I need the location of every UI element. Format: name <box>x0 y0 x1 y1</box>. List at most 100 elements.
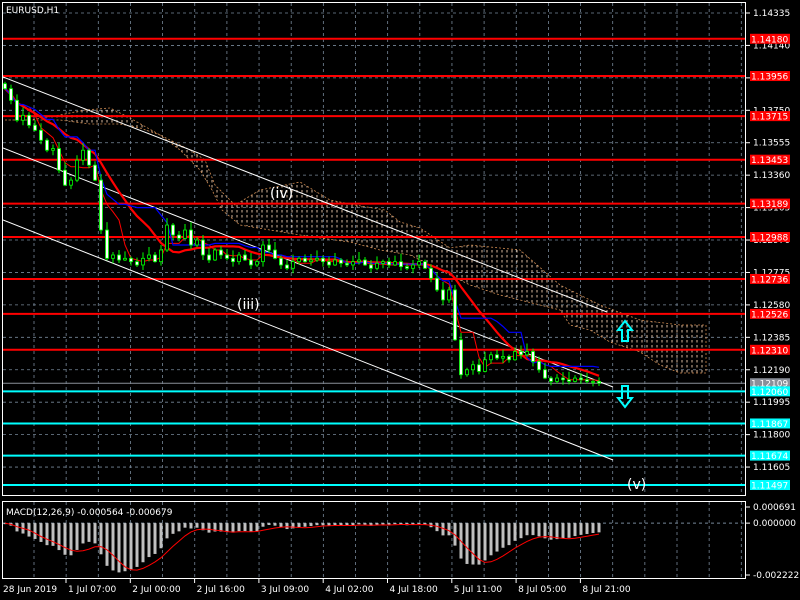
price-tick-label: 1.14335 <box>753 9 790 19</box>
candle-bear <box>231 257 235 263</box>
candle-bear <box>99 179 103 231</box>
macd-bar <box>249 523 253 532</box>
macd-bar <box>387 523 391 525</box>
candle-bear <box>303 257 307 263</box>
macd-bar <box>93 523 97 544</box>
time-label: 5 Jul 11:00 <box>454 585 503 595</box>
candle-bear <box>129 257 133 263</box>
candle-bear <box>105 229 109 259</box>
macd-bar <box>33 523 37 539</box>
candle-bull <box>261 244 265 263</box>
macd-bar <box>255 523 259 532</box>
candle-bear <box>579 377 583 381</box>
macd-bar <box>153 523 157 554</box>
macd-bar <box>519 523 523 539</box>
candle-bear <box>45 139 49 151</box>
candle-bull <box>555 377 559 382</box>
macd-bar <box>267 523 271 525</box>
macd-bar <box>321 523 325 526</box>
resistance-level-label: 1.12310 <box>751 346 788 356</box>
macd-bar <box>483 523 487 561</box>
candle-bull <box>315 257 319 261</box>
macd-bar <box>447 523 451 536</box>
candle-bear <box>285 264 289 269</box>
chart-title: EURUSD,H1 <box>6 6 59 16</box>
candle-bull <box>393 261 397 266</box>
candle-bear <box>495 354 499 359</box>
candle-bear <box>27 114 31 126</box>
macd-bar <box>315 523 319 526</box>
candle-bull <box>141 257 145 266</box>
candle-bull <box>411 264 415 269</box>
candle-bear <box>459 339 463 376</box>
candle-bear <box>153 254 157 263</box>
macd-bar <box>579 523 583 535</box>
macd-indicator <box>3 522 745 573</box>
price-tick-label: 1.11995 <box>753 398 790 408</box>
candle-bull <box>213 249 217 261</box>
resistance-level-label: 1.12526 <box>751 310 788 320</box>
macd-bar <box>573 523 577 537</box>
macd-bar <box>87 523 91 542</box>
candle-bear <box>537 361 541 371</box>
candle-bear <box>177 234 181 239</box>
time-label: 2 Jul 00:00 <box>132 585 181 595</box>
macd-bar <box>57 523 61 551</box>
macd-bar <box>597 523 601 533</box>
macd-bar <box>555 523 559 540</box>
candle-bear <box>543 369 547 379</box>
macd-bar <box>537 523 541 537</box>
price-tick-label: 1.13360 <box>753 171 790 181</box>
candle-bull <box>351 261 355 266</box>
macd-bar <box>285 523 289 530</box>
candle-bear <box>135 261 139 266</box>
candle-bear <box>435 277 439 291</box>
macd-bar <box>261 523 265 527</box>
candle-bear <box>201 239 205 256</box>
macd-bar <box>309 523 313 527</box>
candle-bear <box>327 261 331 266</box>
macd-bar <box>183 523 187 528</box>
price-tick-label: 1.11800 <box>753 431 790 441</box>
macd-bar <box>393 523 397 525</box>
macd-bar <box>171 523 175 534</box>
candle-bear <box>405 266 409 269</box>
macd-bar <box>525 523 529 536</box>
candle-bear <box>3 83 7 90</box>
candle-bull <box>447 289 451 301</box>
candle-bear <box>117 254 121 261</box>
macd-axis-label: -0.002222 <box>753 571 799 581</box>
price-chart[interactable]: (iii) (iv) (v) EURUSD,H1 MACD(12,26,9) -… <box>0 0 800 600</box>
candle-bull <box>417 261 421 266</box>
macd-bar <box>561 523 565 539</box>
macd-bar <box>507 523 511 546</box>
candle-bull <box>501 356 505 359</box>
resistance-level-label: 1.13189 <box>751 200 788 210</box>
resistance-level-label: 1.13453 <box>751 156 788 166</box>
candle-bear <box>363 259 367 266</box>
candle-bear <box>531 351 535 362</box>
time-axis: 28 Jun 2019 1 Jul 07:00 2 Jul 00:00 2 Jul 1… <box>3 578 631 595</box>
candle-bull <box>147 254 151 259</box>
candle-bull <box>465 369 469 376</box>
candle-bull <box>69 179 73 186</box>
time-label: 8 Jul 21:00 <box>582 585 631 595</box>
candle-bull <box>483 359 487 372</box>
candle-bear <box>33 124 37 131</box>
candle-bear <box>207 254 211 261</box>
resistance-level-label: 1.12988 <box>751 234 788 244</box>
candle-bear <box>39 129 43 141</box>
macd-bar <box>111 523 115 571</box>
candle-bull <box>525 351 529 356</box>
candle-bear <box>9 88 13 101</box>
candle-bull <box>165 224 169 251</box>
time-label: 1 Jul 07:00 <box>68 585 117 595</box>
candle-bear <box>87 149 91 166</box>
candle-bull <box>237 254 241 263</box>
candle-bear <box>597 380 601 384</box>
resistance-level-label: 1.13715 <box>751 113 788 123</box>
macd-bar <box>75 523 79 550</box>
macd-label: MACD(12,26,9) -0.000564 -0.000679 <box>6 508 173 518</box>
time-label: 4 Jul 18:00 <box>390 585 439 595</box>
candle-bear <box>399 261 403 268</box>
